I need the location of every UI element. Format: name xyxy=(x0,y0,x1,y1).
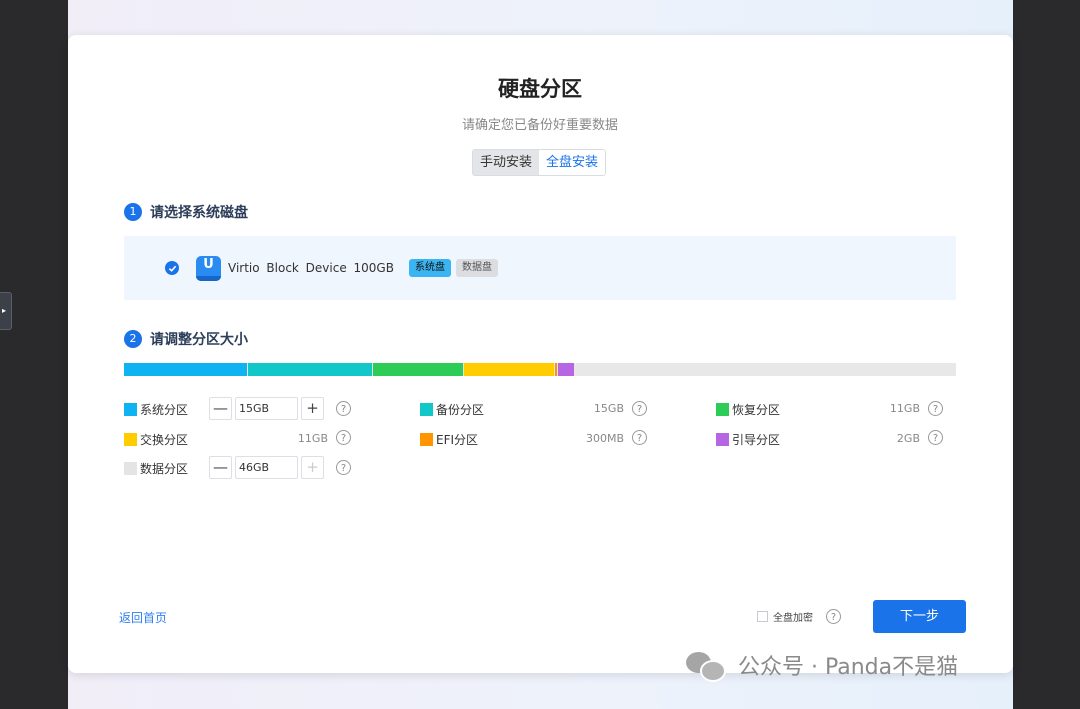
step1-title: 请选择系统磁盘 xyxy=(150,205,248,221)
step1-number: 1 xyxy=(124,203,142,221)
system-partition-swatch xyxy=(124,402,137,416)
data-disk-tag[interactable]: 数据盘 xyxy=(455,259,498,277)
swap-partition-swatch xyxy=(124,432,137,446)
data-partition-label: 数据分区 xyxy=(140,461,189,476)
recovery-help-icon[interactable]: ? xyxy=(928,401,943,416)
install-mode-tabs: 手动安装 全盘安装 xyxy=(472,149,607,176)
step2-title: 请调整分区大小 xyxy=(150,332,248,348)
recovery-size: 11GB xyxy=(889,402,920,415)
partition-backup: 备份分区 xyxy=(420,398,484,420)
partition-bar-segment xyxy=(558,363,574,376)
partition-bar xyxy=(124,363,956,376)
encrypt-checkbox[interactable] xyxy=(757,611,768,622)
backup-partition-swatch xyxy=(420,402,433,416)
partition-bar-segment xyxy=(248,363,372,376)
swap-partition-label: 交换分区 xyxy=(140,432,189,447)
system-partition-label: 系统分区 xyxy=(140,402,189,417)
step2-number: 2 xyxy=(124,330,142,348)
recovery-partition-swatch xyxy=(716,402,729,416)
step2-header: 2 请调整分区大小 xyxy=(124,329,248,349)
next-step-button[interactable]: 下一步 xyxy=(873,600,966,633)
wechat-logo-icon xyxy=(686,650,726,682)
efi-size: 300MB xyxy=(585,432,624,445)
system-disk-tag[interactable]: 系统盘 xyxy=(408,259,451,277)
backup-partition-label: 备份分区 xyxy=(436,402,485,417)
tab-full-disk-install[interactable]: 全盘安装 xyxy=(539,150,606,175)
back-to-home-link[interactable]: 返回首页 xyxy=(119,609,167,626)
efi-partition-swatch xyxy=(420,432,433,446)
disk-drive-icon: U xyxy=(196,255,221,281)
data-partition-stepper: — 46GB + xyxy=(209,456,324,479)
system-partition-stepper: — 15GB + xyxy=(209,397,324,420)
system-help-icon[interactable]: ? xyxy=(336,401,351,416)
watermark: 公众号 · Panda不是猫 xyxy=(686,648,958,682)
partition-bar-segment xyxy=(372,363,464,376)
backup-size: 15GB xyxy=(593,402,624,415)
boot-help-icon[interactable]: ? xyxy=(928,430,943,445)
swap-size: 11GB xyxy=(297,432,328,445)
partition-system: 系统分区 xyxy=(124,398,188,420)
recovery-partition-label: 恢复分区 xyxy=(732,402,781,417)
data-help-icon[interactable]: ? xyxy=(336,460,351,475)
partition-bar-segment xyxy=(555,363,558,376)
page-title: 硬盘分区 xyxy=(498,77,582,101)
system-increase-button[interactable]: + xyxy=(301,397,324,420)
partition-bar-segment xyxy=(124,363,248,376)
partition-data: 数据分区 xyxy=(124,457,188,479)
tab-manual-install[interactable]: 手动安装 xyxy=(473,150,540,175)
page-subtitle: 请确定您已备份好重要数据 xyxy=(461,118,618,133)
partition-bar-segment xyxy=(464,363,555,376)
data-increase-button[interactable]: + xyxy=(301,456,324,479)
data-size-input[interactable]: 46GB xyxy=(235,456,298,479)
data-decrease-button[interactable]: — xyxy=(209,456,232,479)
efi-help-icon[interactable]: ? xyxy=(632,430,647,445)
disk-name: Virtio Block Device 100GB xyxy=(228,261,394,275)
partition-boot: 引导分区 xyxy=(716,428,780,450)
side-panel-handle[interactable]: ▸ xyxy=(0,292,12,330)
efi-partition-label: EFI分区 xyxy=(436,432,479,447)
system-size-input[interactable]: 15GB xyxy=(235,397,298,420)
swap-help-icon[interactable]: ? xyxy=(336,430,351,445)
system-decrease-button[interactable]: — xyxy=(209,397,232,420)
disk-row[interactable]: U Virtio Block Device 100GB 系统盘 数据盘 xyxy=(124,236,956,300)
watermark-text: 公众号 · Panda不是猫 xyxy=(738,655,959,680)
boot-partition-swatch xyxy=(716,432,729,446)
encrypt-label: 全盘加密 xyxy=(773,613,813,624)
encrypt-help-icon[interactable]: ? xyxy=(826,609,841,624)
expand-arrow-icon: ▸ xyxy=(2,306,7,315)
check-circle-icon[interactable] xyxy=(165,261,179,275)
step1-header: 1 请选择系统磁盘 xyxy=(124,202,248,222)
partition-swap: 交换分区 xyxy=(124,428,188,450)
boot-size: 2GB xyxy=(896,432,920,445)
partition-recovery: 恢复分区 xyxy=(716,398,780,420)
data-partition-swatch xyxy=(124,461,137,475)
boot-partition-label: 引导分区 xyxy=(732,432,781,447)
full-disk-encrypt: 全盘加密 xyxy=(757,609,813,624)
backup-help-icon[interactable]: ? xyxy=(632,401,647,416)
partition-efi: EFI分区 xyxy=(420,428,478,450)
